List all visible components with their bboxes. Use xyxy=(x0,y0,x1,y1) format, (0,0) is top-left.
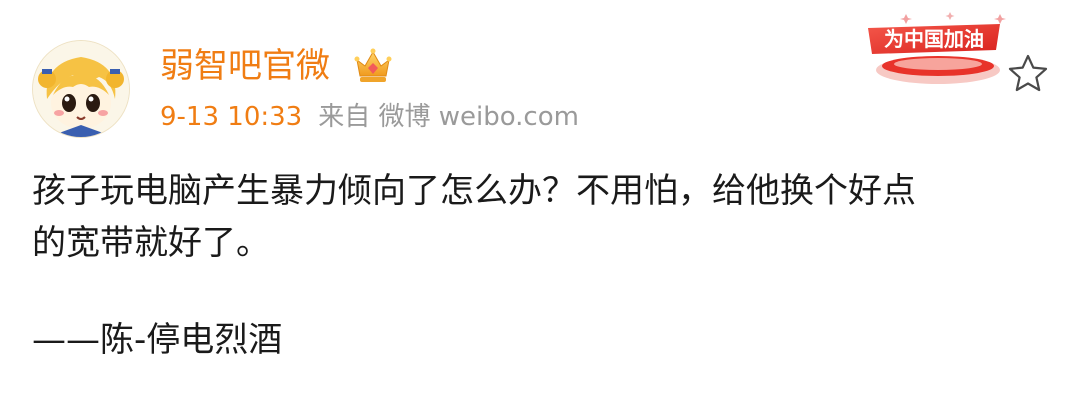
post-source[interactable]: 来自 微博 weibo.com xyxy=(318,102,579,132)
post-signature: ——陈-停电烈酒 xyxy=(32,320,283,360)
post-text-line: 的宽带就好了。 xyxy=(32,223,270,263)
post-meta: 9-13 10:33 来自 微博 weibo.com xyxy=(160,100,579,134)
author-name[interactable]: 弱智吧官微 xyxy=(160,44,330,88)
promo-text: 为中国加油 xyxy=(884,27,984,51)
crown-vip-icon[interactable] xyxy=(354,46,392,86)
post-text-line: 孩子玩电脑产生暴力倾向了怎么办？不用怕，给他换个好点 xyxy=(32,171,916,211)
promo-badge[interactable]: 为中国加油 xyxy=(850,8,1010,92)
avatar-image xyxy=(33,41,129,137)
weibo-post-card: 弱智吧官微 9-13 10:33 来自 微博 weibo.com 为中国加油 孩… xyxy=(0,0,1080,404)
post-content: 孩子玩电脑产生暴力倾向了怎么办？不用怕，给他换个好点 的宽带就好了。 xyxy=(32,165,1042,269)
post-time: 9-13 10:33 xyxy=(160,102,303,132)
avatar[interactable] xyxy=(32,40,130,138)
star-outline-icon[interactable] xyxy=(1006,52,1050,96)
